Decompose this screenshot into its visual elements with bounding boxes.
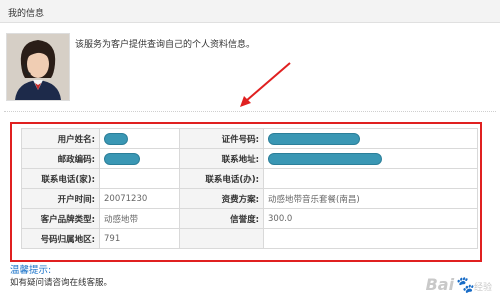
customer-info-table: 用户姓名: 证件号码: 邮政编码: 联系地址: 联系电话(家): 联系电话(办)… bbox=[21, 128, 478, 249]
table-row: 用户姓名: 证件号码: bbox=[21, 128, 478, 149]
table-row: 联系电话(家): 联系电话(办): bbox=[21, 168, 478, 189]
watermark-suffix: 经验 bbox=[473, 283, 492, 293]
label-open-date: 开户时间: bbox=[21, 188, 100, 209]
label-brand-type: 客户品牌类型: bbox=[21, 208, 100, 229]
redaction-mask bbox=[104, 132, 128, 145]
value-tariff-plan: 动感地带音乐套餐(南昌) bbox=[263, 188, 478, 209]
value-office-phone bbox=[263, 168, 478, 189]
label-tariff-plan: 资费方案: bbox=[179, 188, 264, 209]
redaction-mask bbox=[268, 152, 382, 165]
label-region: 号码归属地区: bbox=[21, 228, 100, 249]
value-address bbox=[263, 148, 478, 169]
value-home-phone bbox=[99, 168, 180, 189]
redaction-mask bbox=[268, 132, 360, 145]
table-row: 邮政编码: 联系地址: bbox=[21, 148, 478, 169]
label-credit: 信誉度: bbox=[179, 208, 264, 229]
tip-body: 如有疑问请咨询在线客服。 bbox=[10, 278, 113, 288]
table-row: 开户时间: 20071230 资费方案: 动感地带音乐套餐(南昌) bbox=[21, 188, 478, 209]
value-user-name bbox=[99, 128, 180, 149]
watermark-logo: Bai🐾经验 bbox=[425, 275, 492, 294]
label-postcode: 邮政编码: bbox=[21, 148, 100, 169]
value-brand-type: 动感地带 bbox=[99, 208, 180, 229]
watermark-brand: Bai bbox=[425, 275, 455, 294]
section-divider bbox=[4, 111, 496, 112]
table-row: 号码归属地区: 791 bbox=[21, 228, 478, 249]
label-address: 联系地址: bbox=[179, 148, 264, 169]
label-home-phone: 联系电话(家): bbox=[21, 168, 100, 189]
value-postcode bbox=[99, 148, 180, 169]
value-open-date: 20071230 bbox=[99, 188, 180, 209]
tip-title: 温馨提示: bbox=[10, 265, 52, 276]
value-empty bbox=[263, 228, 478, 249]
label-empty bbox=[179, 228, 264, 249]
label-id-number: 证件号码: bbox=[179, 128, 264, 149]
redaction-mask bbox=[104, 152, 140, 165]
label-office-phone: 联系电话(办): bbox=[179, 168, 264, 189]
table-row: 客户品牌类型: 动感地带 信誉度: 300.0 bbox=[21, 208, 478, 229]
value-id-number bbox=[263, 128, 478, 149]
label-user-name: 用户姓名: bbox=[21, 128, 100, 149]
value-region: 791 bbox=[99, 228, 180, 249]
value-credit: 300.0 bbox=[263, 208, 478, 229]
